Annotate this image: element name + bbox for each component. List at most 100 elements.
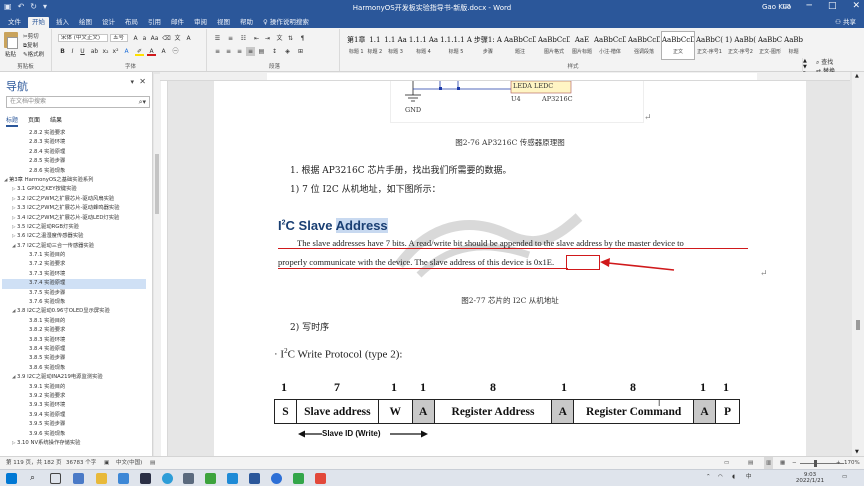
- nav-heading-item[interactable]: 2.8.3 实验环境: [2, 138, 146, 147]
- tab-home[interactable]: 开始: [28, 17, 49, 28]
- word-icon[interactable]: [249, 473, 260, 484]
- change-case-icon[interactable]: Aa: [150, 34, 159, 43]
- nav-options-icon[interactable]: ▾: [130, 78, 134, 86]
- nav-heading-item[interactable]: ▷ 3.4 I2C之PWM之扩展芯片-驱动LED灯实验: [2, 214, 146, 223]
- volume-icon[interactable]: ◖: [732, 474, 735, 480]
- text-effects-icon[interactable]: A: [122, 47, 131, 56]
- underline-icon[interactable]: U: [78, 47, 87, 56]
- nav-heading-item[interactable]: 3.9.2 实验要求: [2, 392, 146, 401]
- find-button[interactable]: ⌕ 查找: [816, 58, 836, 67]
- undo-icon[interactable]: ↶: [18, 2, 25, 11]
- nav-heading-item[interactable]: 3.8.5 实验步骤: [2, 354, 146, 363]
- font-name-select[interactable]: 宋体 (中文正文): [58, 34, 108, 42]
- nav-heading-item[interactable]: 3.9.6 实验现象: [2, 430, 146, 439]
- tab-file[interactable]: 文件: [4, 17, 25, 28]
- bullets-icon[interactable]: ☰: [213, 34, 222, 43]
- nav-search-input[interactable]: 在文档中搜索 ⌕▾: [6, 96, 150, 108]
- nav-heading-item[interactable]: 3.7.5 实验步骤: [2, 289, 146, 298]
- tab-insert[interactable]: 插入: [52, 17, 73, 28]
- increase-indent-icon[interactable]: ⇥: [263, 34, 272, 43]
- zoom-level[interactable]: 170%: [844, 457, 860, 469]
- nav-heading-item[interactable]: ▷ 3.6 I2C之温湿度传感器实验: [2, 232, 146, 241]
- grow-font-icon[interactable]: A: [131, 34, 140, 43]
- zoom-out-icon[interactable]: −: [792, 457, 797, 469]
- style-item[interactable]: AaE 图片标题: [571, 31, 593, 60]
- customize-qat-icon[interactable]: ▾: [43, 2, 47, 11]
- copy-button[interactable]: ⧉复制: [23, 41, 38, 50]
- store-icon[interactable]: [118, 473, 129, 484]
- bold-icon[interactable]: B: [58, 47, 67, 56]
- nav-heading-item[interactable]: ◢ 3.8 I2C之驱动0.96寸OLED显示屏实验: [2, 307, 146, 316]
- tray-chevron-icon[interactable]: ⌃: [706, 474, 711, 480]
- style-item[interactable]: AaBbCcDd 题注: [503, 31, 537, 60]
- terminal-icon[interactable]: [140, 473, 151, 484]
- ribbon-display-icon[interactable]: ▭: [782, 1, 791, 11]
- show-marks-icon[interactable]: ¶: [298, 34, 307, 43]
- style-item[interactable]: AaBbC 正文-图形: [757, 31, 783, 60]
- nav-heading-item[interactable]: ▷ 3.3 I2C之PWM之扩展芯片-驱动蜂鸣器实验: [2, 204, 146, 213]
- style-item[interactable]: AaBbC(正文-序号1: [695, 31, 724, 60]
- proofing-icon[interactable]: ▣: [104, 457, 109, 469]
- paste-label[interactable]: 粘贴: [5, 50, 16, 58]
- style-item[interactable]: AaBbCcDd 正文: [661, 31, 695, 60]
- enclose-char-icon[interactable]: ㊀: [171, 47, 180, 56]
- sort-icon[interactable]: ⇅: [286, 34, 295, 43]
- shading-icon[interactable]: ◈: [283, 47, 292, 56]
- nav-close-icon[interactable]: ✕: [139, 77, 146, 86]
- tab-draw[interactable]: 绘图: [75, 17, 96, 28]
- vertical-ruler[interactable]: [160, 81, 168, 456]
- nav-heading-item[interactable]: 3.9.3 实验环境: [2, 401, 146, 410]
- camera-icon[interactable]: [183, 473, 194, 484]
- nav-heading-item[interactable]: 3.7.1 实验目的: [2, 251, 146, 260]
- scroll-down-icon[interactable]: ▼: [855, 449, 859, 455]
- style-item[interactable]: AaBbCcDd 图片格式: [537, 31, 571, 60]
- nav-tab-headings[interactable]: 标题: [6, 115, 19, 127]
- char-shading-icon[interactable]: A: [159, 47, 168, 56]
- language-status[interactable]: 中文(中国): [116, 457, 142, 469]
- zoom-slider-thumb[interactable]: [814, 460, 817, 467]
- zoom-in-icon[interactable]: +: [836, 457, 841, 469]
- nav-heading-item[interactable]: 3.9.5 实验步骤: [2, 420, 146, 429]
- nav-heading-item[interactable]: ▷ 3.1 GPIO之KEY按键实验: [2, 185, 146, 194]
- nav-heading-item[interactable]: ▷ 3.5 I2C之驱动RGB灯实验: [2, 223, 146, 232]
- browser-icon[interactable]: [271, 473, 282, 484]
- format-painter-button[interactable]: ✎格式刷: [23, 50, 44, 58]
- search-icon[interactable]: ⌕: [27, 473, 38, 484]
- align-center-icon[interactable]: ≡: [224, 47, 233, 56]
- read-mode-icon[interactable]: ▤: [748, 457, 753, 469]
- page-count[interactable]: 第 119 页，共 182 页: [6, 457, 62, 469]
- focus-mode-icon[interactable]: ▭: [724, 457, 729, 469]
- ime-icon[interactable]: 中: [746, 474, 752, 480]
- task-view-icon[interactable]: [50, 473, 61, 484]
- nav-heading-item[interactable]: 2.8.5 实验步骤: [2, 157, 146, 166]
- shrink-font-icon[interactable]: a: [140, 34, 149, 43]
- nav-heading-item[interactable]: 3.8.6 实验现象: [2, 364, 146, 373]
- horizontal-ruler[interactable]: [160, 72, 850, 81]
- document-page[interactable]: LEDA LEDC U4 AP3216C GND ↵ 图2-76 AP3216C…: [214, 81, 806, 456]
- distributed-icon[interactable]: ▤: [257, 47, 266, 56]
- nav-heading-item[interactable]: ◢ 3.7 I2C之驱动三合一传感器实验: [2, 242, 146, 251]
- save-icon[interactable]: ▣: [4, 2, 12, 11]
- style-item[interactable]: 1.1 标题 2: [366, 31, 383, 60]
- edge-icon[interactable]: [162, 473, 173, 484]
- start-icon[interactable]: [6, 473, 17, 484]
- word-count[interactable]: 36783 个字: [66, 457, 96, 469]
- font-size-select[interactable]: 五号: [110, 34, 128, 42]
- nav-heading-item[interactable]: 3.7.2 实验要求: [2, 260, 146, 269]
- tab-references[interactable]: 引用: [144, 17, 165, 28]
- notification-icon[interactable]: ▭: [842, 474, 847, 480]
- scroll-thumb[interactable]: [856, 320, 860, 330]
- nav-heading-item[interactable]: 3.8.1 实验目的: [2, 317, 146, 326]
- print-layout-icon[interactable]: ▥: [764, 457, 774, 469]
- nav-heading-item[interactable]: 2.8.4 实验原理: [2, 148, 146, 157]
- nav-tab-pages[interactable]: 页面: [28, 115, 40, 127]
- macro-icon[interactable]: ▤: [150, 457, 155, 469]
- subscript-icon[interactable]: x₂: [101, 47, 110, 56]
- nav-heading-item[interactable]: 3.7.4 实验原理: [2, 279, 146, 289]
- multilevel-list-icon[interactable]: ☷: [239, 34, 248, 43]
- tell-me-search[interactable]: ♀ 操作说明搜索: [259, 17, 313, 28]
- line-spacing-icon[interactable]: ↕: [270, 47, 279, 56]
- app-icon[interactable]: [73, 473, 84, 484]
- nav-heading-item[interactable]: 3.8.2 实验要求: [2, 326, 146, 335]
- paste-icon[interactable]: [4, 32, 18, 49]
